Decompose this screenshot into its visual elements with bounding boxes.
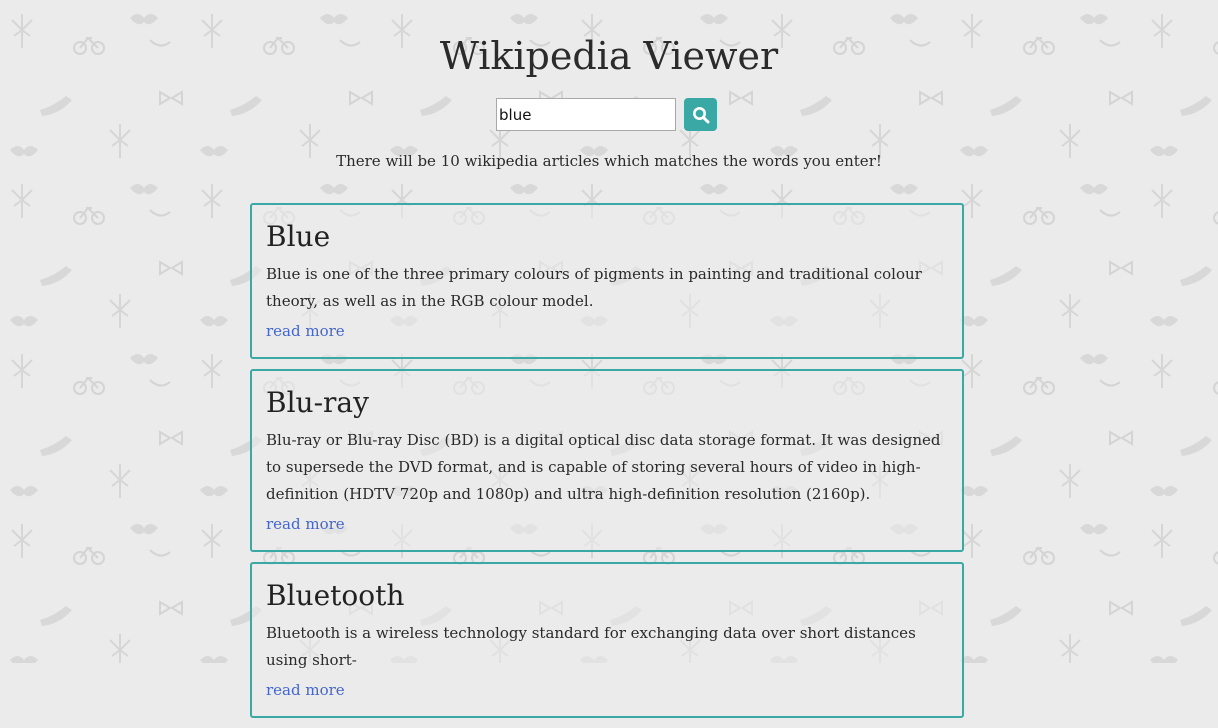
- hint-text: There will be 10 wikipedia articles whic…: [336, 152, 882, 170]
- result-snippet: Bluetooth is a wireless technology stand…: [266, 624, 916, 669]
- search-bar: [496, 98, 717, 131]
- results-list: Blue Blue is one of the three primary co…: [250, 203, 964, 728]
- result-snippet: Blu-ray or Blu-ray Disc (BD) is a digita…: [266, 431, 941, 503]
- read-more-link[interactable]: read more: [266, 512, 345, 536]
- result-card: Bluetooth Bluetooth is a wireless techno…: [250, 562, 964, 718]
- search-input[interactable]: [496, 98, 676, 131]
- search-icon: [692, 106, 709, 123]
- result-snippet: Blue is one of the three primary colours…: [266, 265, 922, 310]
- result-title: Bluetooth: [266, 579, 405, 612]
- read-more-link[interactable]: read more: [266, 319, 345, 343]
- result-title: Blue: [266, 220, 331, 253]
- page-title: Wikipedia Viewer: [439, 34, 779, 78]
- result-title: Blu-ray: [266, 386, 369, 419]
- result-card: Blu-ray Blu-ray or Blu-ray Disc (BD) is …: [250, 369, 964, 552]
- search-button[interactable]: [684, 98, 717, 131]
- result-card: Blue Blue is one of the three primary co…: [250, 203, 964, 359]
- read-more-link[interactable]: read more: [266, 678, 345, 702]
